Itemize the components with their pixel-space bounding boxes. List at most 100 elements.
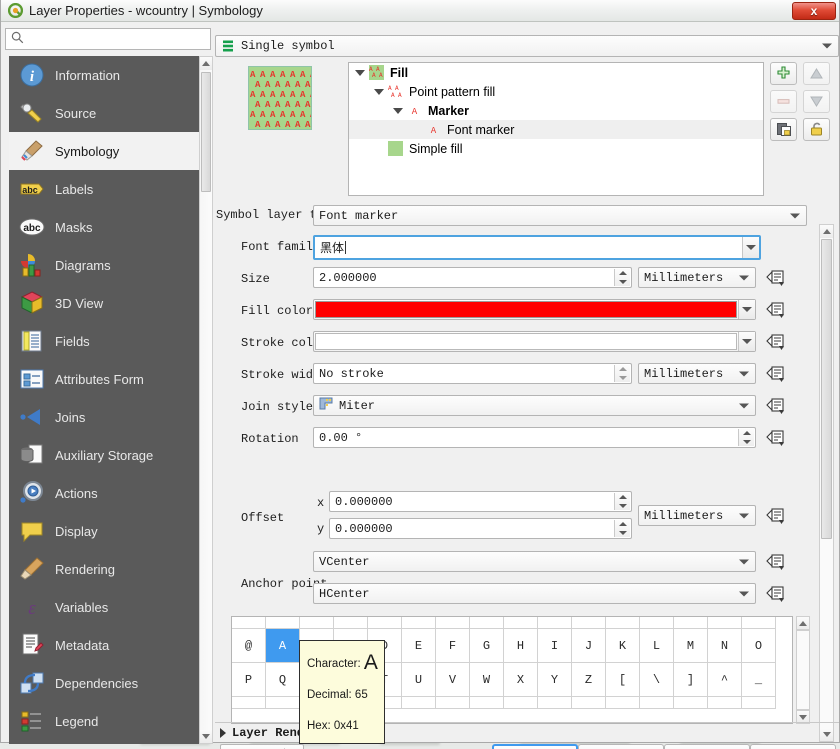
size-stepper[interactable]: [614, 269, 630, 286]
lock-layer-button[interactable]: [803, 118, 830, 141]
character-cell[interactable]: @: [232, 629, 266, 663]
sidebar-item-labels[interactable]: abc Labels: [9, 170, 199, 208]
sidebar-scroll-up-button[interactable]: [200, 57, 212, 70]
offset-y-input[interactable]: 0.000000: [329, 518, 632, 539]
character-cell[interactable]: [470, 617, 504, 629]
expand-arrow-icon[interactable]: [393, 107, 403, 114]
rotation-stepper[interactable]: [738, 429, 754, 446]
character-cell[interactable]: [504, 697, 538, 709]
character-cell[interactable]: [742, 617, 776, 629]
sidebar-item-symbology[interactable]: Symbology: [9, 132, 199, 170]
character-grid-scrollbar-track[interactable]: [796, 630, 810, 710]
character-cell[interactable]: [470, 697, 504, 709]
character-selector-grid[interactable]: @ A B C D E F G H I J K L M N O P Q R S T U V W X Y Z[\] ^ _: [231, 616, 793, 724]
character-cell[interactable]: U: [402, 663, 436, 697]
close-button[interactable]: x: [792, 2, 836, 20]
anchor-point-vertical-combo[interactable]: VCenter: [313, 551, 756, 572]
character-grid-scroll-up[interactable]: [796, 616, 810, 630]
symbol-tree-node[interactable]: A Font marker: [349, 120, 763, 139]
search-box[interactable]: [5, 28, 211, 50]
sidebar-item-information[interactable]: i Information: [9, 56, 199, 94]
symbol-tree-node[interactable]: A Marker: [349, 101, 763, 120]
anchor-point-horizontal-combo[interactable]: HCenter: [313, 583, 756, 604]
sidebar-item-fields[interactable]: Fields: [9, 322, 199, 360]
character-cell[interactable]: [300, 617, 334, 629]
panel-scroll-thumb[interactable]: [821, 239, 832, 539]
stroke-width-unit-combo[interactable]: Millimeters: [638, 363, 756, 384]
character-cell[interactable]: [708, 617, 742, 629]
sidebar-item-display[interactable]: Display: [9, 512, 199, 550]
character-cell[interactable]: [572, 617, 606, 629]
offset-x-input[interactable]: 0.000000: [329, 491, 632, 512]
cancel-button[interactable]: Cancel: [578, 744, 664, 749]
sidebar-item-legend[interactable]: Legend: [9, 702, 199, 740]
character-cell[interactable]: Q: [266, 663, 300, 697]
symbol-layer-tree[interactable]: A A A A Fill A A A A Point pattern fill A Marker A Fo…: [348, 62, 764, 196]
sidebar-item-3d-view[interactable]: 3D View: [9, 284, 199, 322]
join-style-combo[interactable]: Miter: [313, 395, 756, 416]
character-cell[interactable]: O: [742, 629, 776, 663]
sidebar-scrollbar[interactable]: [199, 56, 213, 744]
character-cell[interactable]: \: [640, 663, 674, 697]
character-cell[interactable]: D: [368, 629, 402, 663]
character-cell[interactable]: [: [606, 663, 640, 697]
style-button[interactable]: Style: [220, 744, 304, 749]
panel-scroll-up-button[interactable]: [820, 225, 833, 238]
symbol-tree-node[interactable]: Simple fill: [349, 139, 763, 158]
character-cell[interactable]: C: [334, 629, 368, 663]
search-input[interactable]: [28, 30, 200, 48]
stroke-color-button[interactable]: [313, 331, 756, 352]
join-style-override-button[interactable]: [764, 394, 786, 416]
character-cell[interactable]: F: [436, 629, 470, 663]
character-cell[interactable]: [402, 697, 436, 709]
character-cell[interactable]: [266, 697, 300, 709]
character-cell[interactable]: J: [572, 629, 606, 663]
character-cell[interactable]: G: [470, 629, 504, 663]
character-cell[interactable]: [606, 697, 640, 709]
offset-x-stepper[interactable]: [614, 493, 630, 510]
character-cell[interactable]: I: [538, 629, 572, 663]
anchor-vertical-override-button[interactable]: [764, 550, 786, 572]
character-cell[interactable]: ^: [708, 663, 742, 697]
fill-color-override-button[interactable]: [764, 298, 786, 320]
move-up-button[interactable]: [803, 62, 830, 85]
character-cell[interactable]: L: [640, 629, 674, 663]
character-cell[interactable]: [300, 697, 334, 709]
character-cell[interactable]: [436, 617, 470, 629]
expand-arrow-icon[interactable]: [374, 88, 384, 95]
character-cell[interactable]: [504, 617, 538, 629]
character-cell[interactable]: R: [300, 663, 334, 697]
remove-symbol-layer-button[interactable]: [770, 90, 797, 113]
character-cell[interactable]: [232, 697, 266, 709]
character-cell[interactable]: E: [402, 629, 436, 663]
character-cell[interactable]: [334, 617, 368, 629]
add-symbol-layer-button[interactable]: [770, 62, 797, 85]
character-cell[interactable]: [640, 697, 674, 709]
font-family-input[interactable]: 黑体: [313, 235, 761, 260]
layer-rendering-section[interactable]: Layer Rendering: [220, 726, 340, 740]
character-cell[interactable]: M: [674, 629, 708, 663]
character-cell[interactable]: Y: [538, 663, 572, 697]
character-cell[interactable]: [674, 697, 708, 709]
sidebar-item-variables[interactable]: ε Variables: [9, 588, 199, 626]
character-cell[interactable]: [606, 617, 640, 629]
character-cell[interactable]: [334, 697, 368, 709]
character-cell[interactable]: V: [436, 663, 470, 697]
character-cell[interactable]: S: [334, 663, 368, 697]
character-cell[interactable]: [436, 697, 470, 709]
sidebar-scroll-thumb[interactable]: [201, 72, 211, 192]
character-cell[interactable]: [674, 617, 708, 629]
character-cell[interactable]: [402, 617, 436, 629]
character-cell[interactable]: [266, 617, 300, 629]
character-cell[interactable]: [742, 697, 776, 709]
character-cell[interactable]: [368, 697, 402, 709]
character-cell[interactable]: Z: [572, 663, 606, 697]
character-cell[interactable]: N: [708, 629, 742, 663]
stroke-width-override-button[interactable]: [764, 362, 786, 384]
panel-scrollbar[interactable]: [819, 224, 834, 742]
symbol-tree-node[interactable]: A A A A Fill: [349, 63, 763, 82]
size-input[interactable]: 2.000000: [313, 267, 632, 288]
character-cell[interactable]: [572, 697, 606, 709]
character-cell[interactable]: B: [300, 629, 334, 663]
stroke-color-dropdown-arrow[interactable]: [738, 332, 755, 351]
